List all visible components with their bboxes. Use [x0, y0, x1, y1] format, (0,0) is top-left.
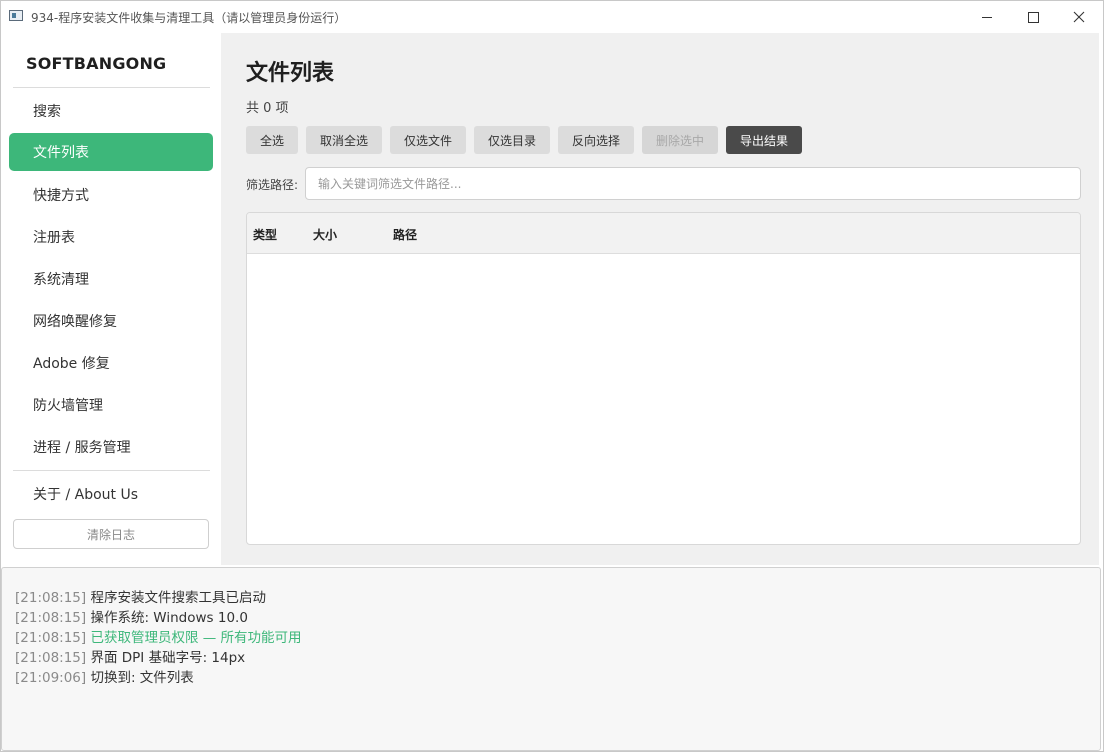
export-results-button[interactable]: 导出结果	[726, 126, 802, 154]
log-line: [21:09:06] 切换到: 文件列表	[15, 666, 194, 686]
select-all-button[interactable]: 全选	[246, 126, 298, 154]
log-line: [21:08:15] 操作系统: Windows 10.0	[15, 606, 248, 626]
log-message: 切换到: 文件列表	[90, 670, 194, 686]
item-count: 共 0 项	[246, 101, 289, 116]
log-timestamp: [21:08:15]	[15, 590, 87, 606]
log-message: 程序安装文件搜索工具已启动	[90, 590, 266, 606]
log-timestamp: [21:09:06]	[15, 670, 87, 686]
sidebar-item-file-list[interactable]: 文件列表	[9, 133, 213, 171]
clear-log-button[interactable]: 清除日志	[13, 519, 209, 549]
sidebar-item-about[interactable]: 关于 / About Us	[9, 475, 213, 513]
select-files-only-button[interactable]: 仅选文件	[390, 126, 466, 154]
sidebar-item-adobe-repair[interactable]: Adobe 修复	[9, 344, 213, 382]
app-icon	[9, 10, 23, 21]
column-header-size[interactable]: 大小	[313, 226, 337, 243]
column-header-type[interactable]: 类型	[253, 226, 277, 243]
sidebar-item-shortcuts[interactable]: 快捷方式	[9, 176, 213, 214]
file-table[interactable]: 类型 大小 路径	[246, 212, 1081, 545]
close-icon	[1073, 11, 1085, 23]
log-message-success: 已获取管理员权限 — 所有功能可用	[90, 630, 302, 646]
maximize-button[interactable]	[1010, 1, 1056, 33]
sidebar-divider	[13, 87, 210, 88]
log-timestamp: [21:08:15]	[15, 610, 87, 626]
log-line: [21:08:15] 程序安装文件搜索工具已启动	[15, 586, 266, 606]
log-timestamp: [21:08:15]	[15, 650, 87, 666]
sidebar-item-registry[interactable]: 注册表	[9, 218, 213, 256]
log-message: 界面 DPI 基础字号: 14px	[90, 650, 246, 666]
sidebar-item-wol-repair[interactable]: 网络唤醒修复	[9, 302, 213, 340]
maximize-icon	[1027, 11, 1039, 23]
close-button[interactable]	[1056, 1, 1102, 33]
sidebar-item-system-cleanup[interactable]: 系统清理	[9, 260, 213, 298]
delete-selected-button[interactable]: 删除选中	[642, 126, 718, 154]
title-bar: 934-程序安装文件收集与清理工具（请以管理员身份运行）	[1, 1, 1103, 33]
column-header-path[interactable]: 路径	[393, 226, 417, 243]
log-line: [21:08:15] 已获取管理员权限 — 所有功能可用	[15, 626, 302, 646]
log-timestamp: [21:08:15]	[15, 630, 87, 646]
invert-selection-button[interactable]: 反向选择	[558, 126, 634, 154]
sidebar-item-firewall[interactable]: 防火墙管理	[9, 386, 213, 424]
log-line: [21:08:15] 界面 DPI 基础字号: 14px	[15, 646, 245, 666]
sidebar-item-process-service[interactable]: 进程 / 服务管理	[9, 428, 213, 466]
sidebar: SOFTBANGONG 搜索 文件列表 快捷方式 注册表 系统清理 网络唤醒修复…	[1, 33, 221, 565]
filter-path-input[interactable]: 输入关键词筛选文件路径...	[305, 167, 1081, 200]
deselect-all-button[interactable]: 取消全选	[306, 126, 382, 154]
brand-logo-text: SOFTBANGONG	[26, 54, 167, 73]
app-window: 934-程序安装文件收集与清理工具（请以管理员身份运行） SOFTBANGONG…	[0, 0, 1104, 752]
log-panel[interactable]: [21:08:15] 程序安装文件搜索工具已启动 [21:08:15] 操作系统…	[1, 567, 1101, 751]
page-title: 文件列表	[246, 61, 335, 86]
filter-label: 筛选路径:	[246, 178, 299, 192]
window-title: 934-程序安装文件收集与清理工具（请以管理员身份运行）	[31, 11, 347, 25]
minimize-button[interactable]	[964, 1, 1010, 33]
log-message: 操作系统: Windows 10.0	[90, 610, 248, 626]
sidebar-divider	[13, 470, 210, 471]
table-header: 类型 大小 路径	[247, 213, 1080, 254]
minimize-icon	[982, 16, 992, 18]
main-panel: 文件列表 共 0 项 全选 取消全选 仅选文件 仅选目录 反向选择 删除选中 导…	[221, 33, 1099, 565]
select-dirs-only-button[interactable]: 仅选目录	[474, 126, 550, 154]
sidebar-item-search[interactable]: 搜索	[9, 92, 213, 130]
